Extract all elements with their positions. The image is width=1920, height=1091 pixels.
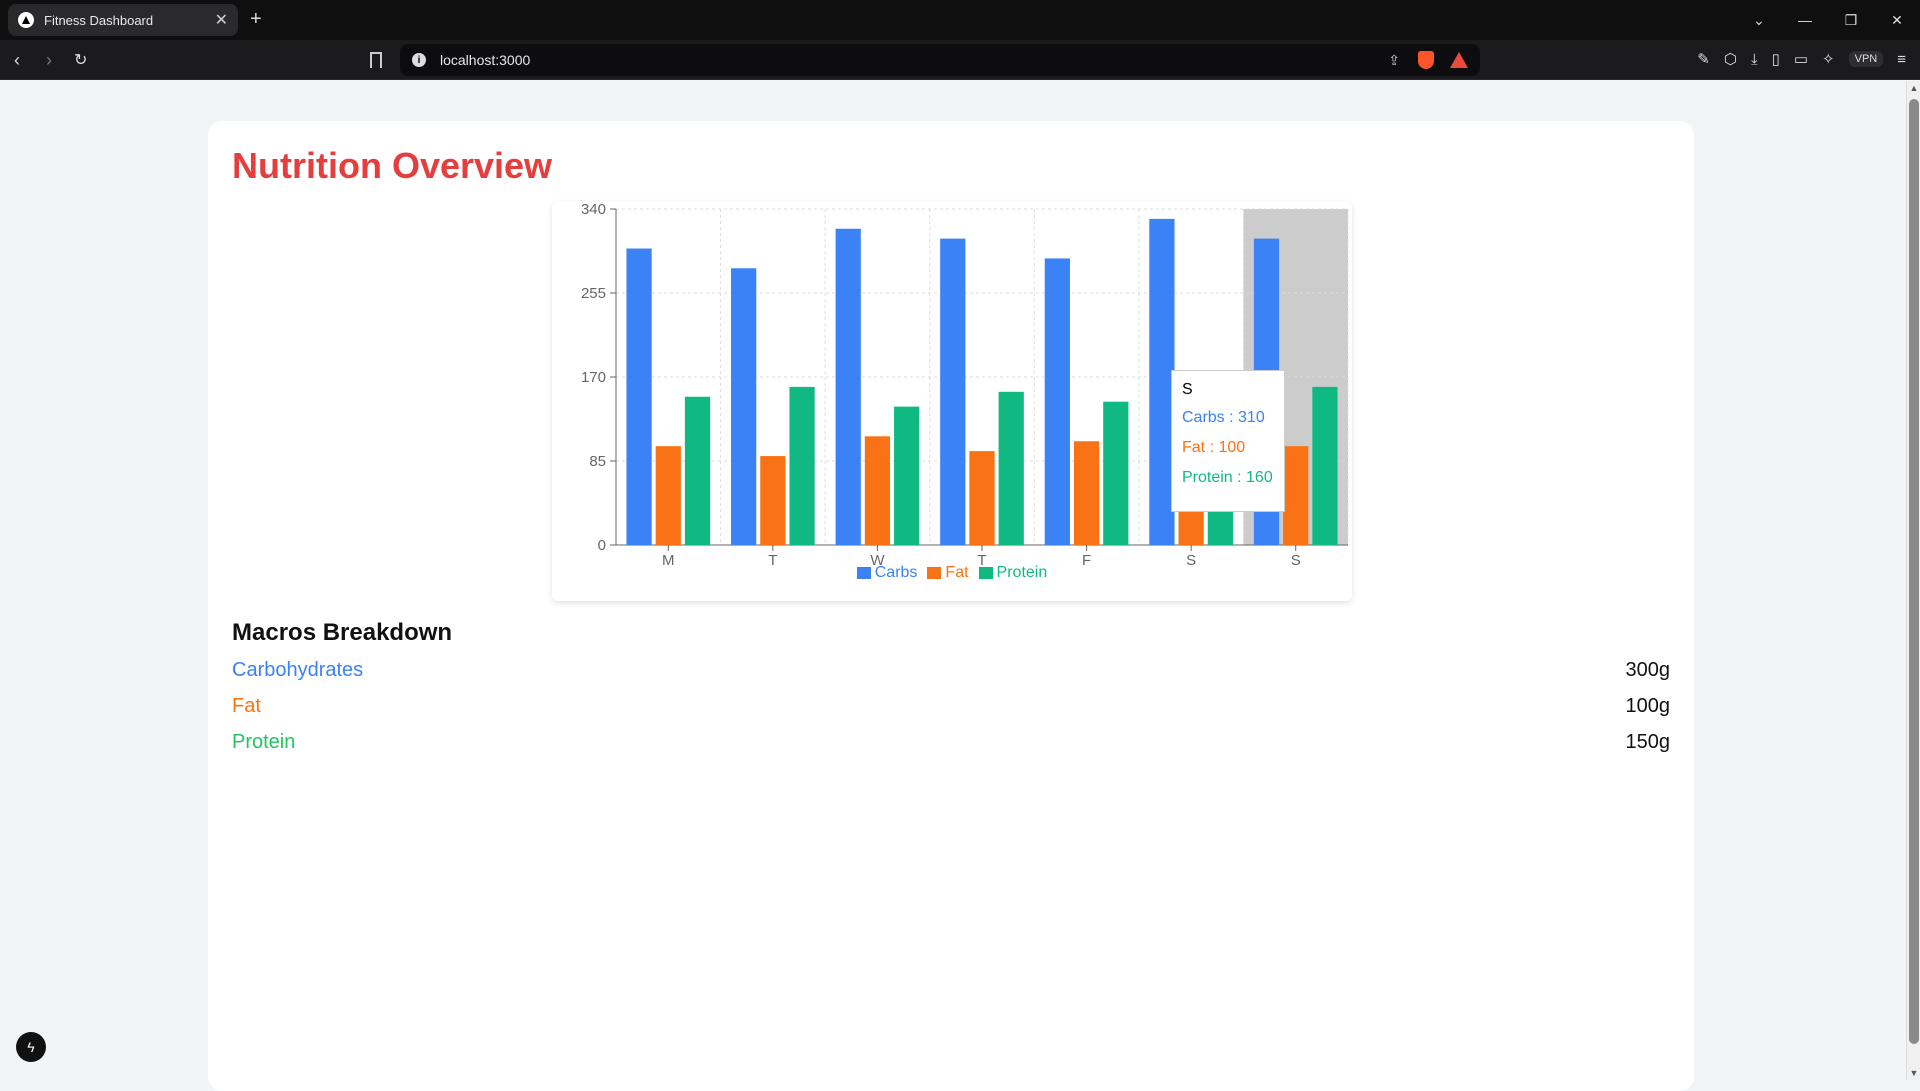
- macro-row-carbs: Carbohydrates 300g: [232, 659, 1670, 682]
- minimize-button[interactable]: —: [1782, 12, 1828, 28]
- macro-row-fat: Fat 100g: [232, 695, 1670, 718]
- bookmark-icon[interactable]: [370, 52, 382, 68]
- bar-protein: [998, 391, 1024, 545]
- brave-rewards-icon[interactable]: [1450, 52, 1468, 68]
- tab-title: Fitness Dashboard: [44, 12, 154, 28]
- y-tick-label: 255: [581, 285, 606, 302]
- tooltip-row-fat: Fat : 100: [1182, 439, 1246, 456]
- macro-value: 150g: [1625, 731, 1671, 753]
- bar-fat: [864, 436, 891, 545]
- browser-tab-bar: Fitness Dashboard ✕ + ⌄ — ❐ ✕: [0, 0, 1920, 40]
- vpn-button[interactable]: VPN: [1848, 51, 1884, 67]
- reload-icon[interactable]: ↻: [74, 50, 87, 70]
- bar-protein: [1312, 386, 1338, 545]
- address-bar[interactable]: i localhost:3000 ⇪: [400, 44, 1480, 76]
- pen-icon[interactable]: ✎: [1697, 50, 1710, 68]
- y-tick-label: 170: [581, 369, 606, 386]
- bar-fat: [760, 456, 786, 545]
- wallet-icon[interactable]: ▭: [1794, 50, 1808, 68]
- brave-shields-icon[interactable]: [1418, 51, 1434, 69]
- favicon-icon: [18, 12, 34, 28]
- legend-label: Protein: [996, 564, 1048, 581]
- legend-label: Carbs: [874, 564, 918, 581]
- new-tab-button[interactable]: +: [250, 8, 262, 31]
- back-icon[interactable]: ‹: [14, 50, 20, 71]
- forward-icon[interactable]: ›: [46, 50, 52, 71]
- restore-button[interactable]: ❐: [1828, 12, 1874, 29]
- page-title: Nutrition Overview: [232, 145, 553, 186]
- bar-carbs: [835, 228, 861, 545]
- macro-label: Carbohydrates: [232, 659, 364, 681]
- tooltip-title: S: [1182, 381, 1193, 398]
- bar-protein: [1103, 401, 1129, 545]
- tab-list-icon[interactable]: ⌄: [1736, 12, 1782, 29]
- y-tick-label: 340: [581, 201, 606, 218]
- legend-swatch: [978, 567, 993, 579]
- browser-toolbar: ‹ › ↻ i localhost:3000 ⇪ ✎ ⬡ ⤓ ▯ ▭ ✧ VPN…: [0, 40, 1920, 80]
- macro-value: 100g: [1625, 695, 1671, 717]
- sidebar-icon[interactable]: ▯: [1772, 50, 1780, 68]
- legend-swatch: [856, 567, 871, 579]
- close-window-button[interactable]: ✕: [1874, 12, 1920, 29]
- macro-label: Fat: [232, 695, 261, 717]
- scroll-thumb[interactable]: [1909, 99, 1919, 1044]
- menu-icon[interactable]: ≡: [1897, 51, 1906, 68]
- bar-fat: [1283, 446, 1309, 545]
- bolt-icon[interactable]: ϟ: [16, 1032, 46, 1062]
- leo-ai-icon[interactable]: ✧: [1822, 50, 1835, 68]
- page-scrollbar[interactable]: ▲ ▼: [1906, 81, 1920, 1080]
- bar-carbs: [731, 268, 757, 545]
- bar-carbs: [1044, 258, 1070, 545]
- share-icon[interactable]: ⇪: [1388, 52, 1400, 69]
- toolbar-right-icons: ✎ ⬡ ⤓ ▯ ▭ ✧ VPN ≡: [1697, 50, 1906, 69]
- bar-carbs: [940, 238, 966, 545]
- bar-fat: [655, 446, 681, 545]
- bar-protein: [684, 396, 711, 545]
- extensions-icon[interactable]: ⬡: [1724, 50, 1737, 68]
- y-tick-label: 0: [598, 537, 606, 554]
- dashboard-card: Nutrition Overview 0 85 170 255 340 M T W T F S S C…: [208, 121, 1694, 1091]
- bar-protein: [894, 406, 920, 545]
- macros-title: Macros Breakdown: [232, 619, 453, 646]
- scroll-down-icon[interactable]: ▼: [1909, 1068, 1919, 1078]
- legend-item-protein[interactable]: Protein: [978, 564, 1048, 582]
- legend-item-carbs[interactable]: Carbs: [856, 564, 918, 582]
- legend-label: Fat: [945, 564, 969, 581]
- tooltip-row-protein: Protein : 160: [1182, 469, 1273, 486]
- nutrition-chart: 0 85 170 255 340 M T W T F S S Carbs Fat Protein S Ca…: [552, 201, 1352, 601]
- bar-fat: [1073, 441, 1100, 545]
- legend-item-fat[interactable]: Fat: [927, 564, 969, 582]
- download-icon[interactable]: ⤓: [1751, 51, 1758, 68]
- macro-value: 300g: [1625, 659, 1671, 681]
- y-tick-label: 85: [589, 453, 606, 470]
- tooltip-row-carbs: Carbs : 310: [1182, 409, 1265, 426]
- url-text: localhost:3000: [440, 52, 531, 68]
- legend-swatch: [927, 567, 942, 579]
- window-controls: ⌄ — ❐ ✕: [1736, 0, 1920, 40]
- bar-fat: [969, 451, 995, 545]
- chart-tooltip: S Carbs : 310 Fat : 100 Protein : 160: [1171, 370, 1285, 512]
- bar-carbs: [626, 248, 652, 545]
- close-tab-icon[interactable]: ✕: [215, 10, 228, 30]
- bar-protein: [789, 386, 815, 545]
- macro-label: Protein: [232, 731, 296, 753]
- chart-legend: Carbs Fat Protein: [552, 564, 1352, 582]
- site-info-icon[interactable]: i: [412, 53, 426, 67]
- scroll-up-icon[interactable]: ▲: [1909, 83, 1919, 93]
- browser-tab[interactable]: Fitness Dashboard ✕: [8, 4, 238, 36]
- macro-row-protein: Protein 150g: [232, 731, 1670, 754]
